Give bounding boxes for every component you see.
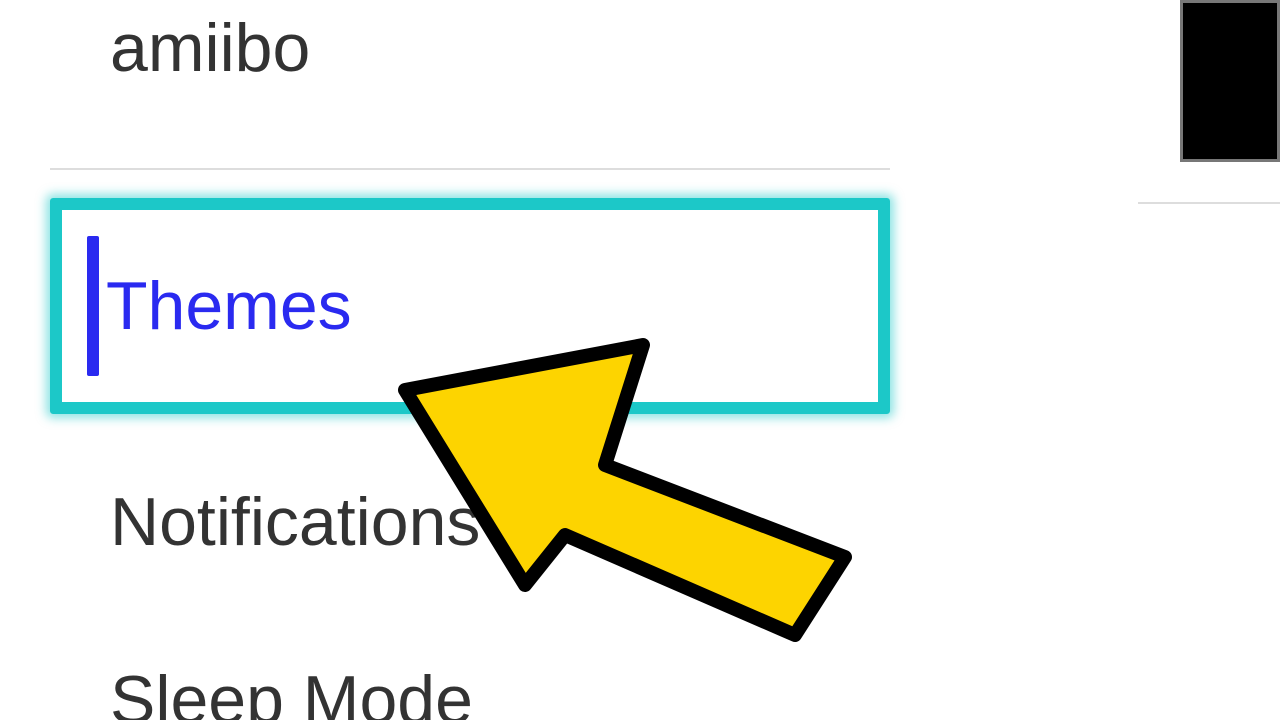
menu-item-label: Themes (106, 267, 352, 345)
dark-panel (1180, 0, 1280, 162)
menu-item-label: Sleep Mode (110, 661, 473, 720)
divider-line (1138, 202, 1280, 204)
menu-item-themes[interactable]: Themes (50, 198, 890, 414)
menu-item-label: amiibo (110, 9, 310, 87)
sidebar-menu: amiibo Themes Notifications Sleep Mode (50, 0, 890, 720)
menu-item-label: Notifications (110, 483, 480, 561)
menu-item-sleep-mode[interactable]: Sleep Mode (50, 619, 890, 720)
selection-indicator (87, 236, 99, 376)
menu-item-notifications[interactable]: Notifications (50, 424, 890, 619)
menu-item-amiibo[interactable]: amiibo (50, 0, 890, 170)
